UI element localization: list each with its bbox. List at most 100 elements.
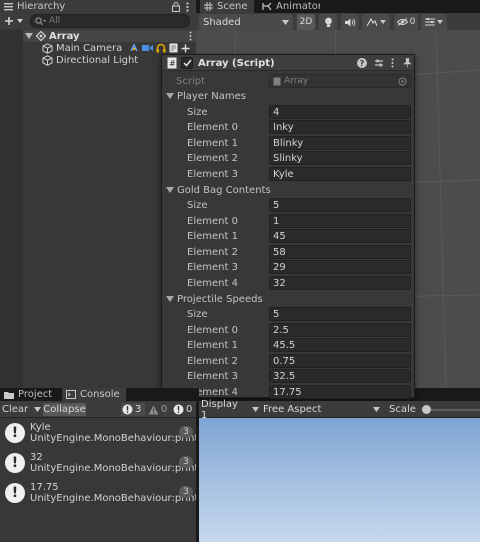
array-element-field[interactable]: 58 [269, 245, 411, 259]
tab-scene[interactable]: Scene [200, 0, 254, 13]
list-icon [4, 2, 13, 11]
array-element-field[interactable]: 45.5 [269, 338, 411, 352]
array-element-field[interactable]: 1 [269, 214, 411, 228]
lightbulb-icon [324, 17, 333, 28]
tab-console-label: Console [80, 389, 120, 400]
foldout-arrow-icon[interactable] [166, 296, 174, 302]
array-size-field[interactable]: 5 [269, 307, 411, 321]
lighting-toggle-button[interactable] [319, 14, 337, 30]
array-element-field[interactable]: Blinky [269, 136, 411, 150]
array-element-field[interactable]: 0.75 [269, 354, 411, 368]
preset-icon[interactable] [373, 57, 384, 69]
collapse-button[interactable]: Collapse [43, 403, 86, 416]
console-log-entry[interactable]: ! 32UnityEngine.MonoBehaviour:print(Obje3 [0, 451, 198, 481]
effects-icon [366, 17, 377, 27]
info-filter-toggle[interactable]: 3 [121, 403, 145, 416]
scale-slider[interactable] [420, 403, 480, 416]
error-icon [173, 404, 184, 415]
log-message-source: UnityEngine.MonoBehaviour:print(Obje [30, 463, 198, 474]
tab-console[interactable]: Console [62, 388, 126, 401]
array-section-header[interactable]: Player Names [166, 89, 246, 103]
array-element-field[interactable]: 17.75 [269, 385, 411, 399]
tab-scene-label: Scene [217, 1, 248, 12]
hierarchy-item-directional-light[interactable]: Directional Light [42, 54, 162, 66]
grid-icon [204, 2, 213, 11]
foldout-arrow-icon[interactable] [166, 93, 174, 99]
toggle-2d-button[interactable]: 2D [297, 14, 315, 30]
error-filter-toggle[interactable]: 0 [172, 403, 196, 416]
camera-icon [142, 44, 154, 52]
info-icon: ! [5, 483, 25, 503]
component-enabled-checkbox[interactable] [181, 57, 193, 69]
help-icon[interactable]: ? [357, 58, 367, 68]
shading-mode-dropdown[interactable]: Shaded [199, 14, 293, 30]
aspect-dropdown[interactable]: Free Aspect [262, 403, 382, 416]
array-size-field[interactable]: 5 [269, 198, 411, 212]
array-element-field[interactable]: Inky [269, 120, 411, 134]
array-section-title: Gold Bag Contents [177, 184, 271, 196]
tab-hierarchy[interactable]: Hierarchy [0, 0, 196, 13]
array-element-label: Element 0 [187, 215, 238, 227]
array-element-field[interactable]: Slinky [269, 151, 411, 165]
clear-dropdown[interactable]: Clear [1, 403, 42, 416]
game-viewport [196, 418, 480, 542]
dropdown-arrow-icon [252, 407, 259, 412]
eye-slash-icon [396, 18, 408, 26]
display-dropdown[interactable]: Display 1 [201, 399, 259, 421]
scale-slider-thumb[interactable] [422, 405, 431, 414]
lock-icon[interactable] [171, 1, 181, 12]
array-element-field[interactable]: 45 [269, 229, 411, 243]
script-field-value: Array [284, 76, 309, 86]
add-icon[interactable] [3, 14, 25, 28]
info-icon: ! [5, 453, 25, 473]
array-size-field[interactable]: 4 [269, 105, 411, 119]
array-section-title: Player Names [177, 90, 247, 102]
hidden-objects-toggle[interactable]: 0 [394, 14, 418, 30]
console-log-entry[interactable]: ! 17.75UnityEngine.MonoBehaviour:print(Ob… [0, 481, 198, 511]
clear-label: Clear [2, 404, 29, 415]
tab-project[interactable]: Project [0, 388, 60, 401]
hierarchy-tree-gutter [0, 30, 23, 388]
effects-dropdown[interactable] [362, 14, 390, 30]
array-section-header[interactable]: Projectile Speeds [166, 292, 263, 306]
pin-icon[interactable] [402, 57, 412, 69]
expand-arrow-icon[interactable] [25, 33, 33, 39]
add-component-icon[interactable] [181, 44, 190, 53]
scale-slider-track [424, 409, 480, 411]
warning-filter-toggle[interactable]: 0 [147, 403, 171, 416]
console-icon [66, 390, 76, 399]
audio-toggle-button[interactable] [341, 14, 359, 30]
hierarchy-item-main-camera[interactable]: Main Camera [42, 42, 192, 54]
collapse-label: Collapse [43, 404, 86, 415]
array-section-header[interactable]: Gold Bag Contents [166, 183, 271, 197]
array-element-field[interactable]: 32 [269, 276, 411, 290]
speaker-icon [344, 18, 356, 27]
script-file-icon [169, 43, 178, 53]
collapse-count-badge: 3 [179, 486, 193, 498]
collapse-count-badge: 3 [179, 456, 193, 468]
array-element-field[interactable]: 32.5 [269, 369, 411, 383]
object-picker-icon [398, 77, 407, 86]
console-log-entry[interactable]: ! KyleUnityEngine.MonoBehaviour:print(Obj… [0, 421, 198, 451]
dropdown-arrow-icon [437, 20, 443, 24]
script-field-label: Script [176, 75, 206, 87]
dropdown-arrow-icon [34, 407, 42, 412]
hierarchy-search-input[interactable]: All [30, 14, 190, 28]
component-menu-icon[interactable] [390, 57, 395, 69]
hierarchy-scene-row[interactable]: Array [23, 30, 196, 42]
array-element-field[interactable]: 29 [269, 260, 411, 274]
info-icon [122, 404, 133, 415]
warning-icon [148, 405, 159, 415]
gameobject-cube-icon [42, 42, 53, 54]
aspect-label: Free Aspect [263, 404, 322, 415]
scene-menu-icon[interactable] [189, 31, 192, 41]
gizmos-dropdown[interactable] [421, 14, 447, 30]
transform-gizmo-icon [129, 43, 139, 53]
foldout-arrow-icon[interactable] [166, 187, 174, 193]
array-size-label: Size [187, 199, 208, 211]
array-element-label: Element 0 [187, 121, 238, 133]
array-element-field[interactable]: Kyle [269, 167, 411, 181]
tab-animator[interactable]: Animator [258, 0, 324, 13]
kebab-menu-icon[interactable] [184, 1, 190, 12]
array-element-field[interactable]: 2.5 [269, 323, 411, 337]
